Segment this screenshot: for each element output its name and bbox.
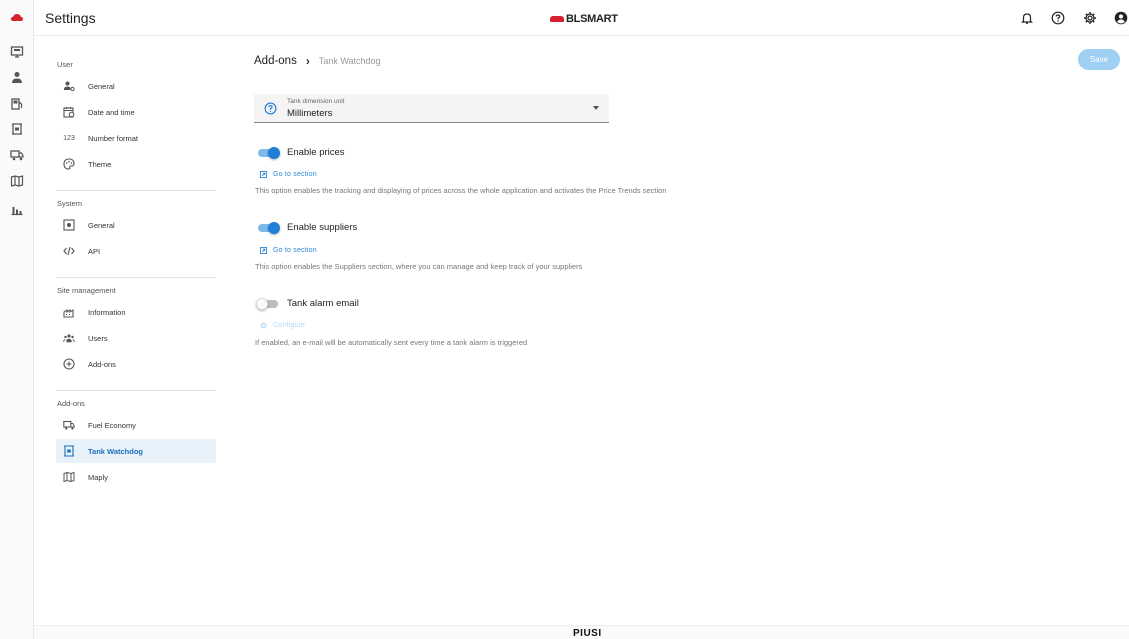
tank-alarm-email-toggle[interactable] — [256, 298, 280, 310]
nav-item-date-time[interactable]: Date and time — [56, 100, 216, 124]
select-value: Millimeters — [287, 108, 333, 119]
factory-icon — [62, 305, 76, 319]
top-bar: Settings BLSMART — [34, 0, 1129, 36]
tank-icon[interactable] — [9, 121, 25, 137]
app-rail — [0, 0, 34, 639]
nav-item-label: Information — [88, 307, 126, 317]
users-group-icon — [62, 331, 76, 345]
enable-prices-toggle[interactable] — [256, 147, 280, 159]
nav-item-label: General — [88, 220, 115, 230]
truck-icon — [62, 418, 76, 432]
nav-divider — [56, 277, 216, 278]
nav-item-label: Date and time — [88, 107, 135, 117]
open-link-icon — [260, 171, 267, 178]
nav-section-system: System — [57, 199, 83, 208]
toggle-knob — [268, 222, 280, 234]
code-icon — [62, 244, 76, 258]
page-title: Settings — [45, 10, 96, 26]
add-circle-icon — [62, 357, 76, 371]
nav-item-theme[interactable]: Theme — [56, 152, 216, 176]
footer-logo: PIUSI — [573, 628, 602, 639]
tank-alarm-email-label: Tank alarm email — [287, 298, 359, 309]
tank-alarm-description: If enabled, an e-mail will be automatica… — [255, 338, 528, 347]
nav-item-api[interactable]: API — [56, 239, 216, 263]
nav-item-number-format[interactable]: 123 Number format — [56, 126, 216, 150]
gear-icon — [260, 322, 267, 329]
nav-item-maply[interactable]: Maply — [56, 465, 216, 489]
nav-divider — [56, 390, 216, 391]
gear-icon[interactable] — [1083, 11, 1097, 25]
footer: PIUSI — [34, 625, 1129, 639]
suppliers-description: This option enables the Suppliers sectio… — [255, 262, 583, 271]
link-label: Configure — [273, 322, 306, 329]
fuel-pump-icon[interactable] — [9, 96, 25, 112]
nav-item-label: Tank Watchdog — [88, 446, 143, 456]
configure-link: Configure — [260, 322, 305, 329]
select-label: Tank dimension unit — [287, 98, 345, 105]
toggle-knob — [256, 298, 268, 310]
cloud-logo-icon[interactable] — [9, 10, 25, 26]
monitor-icon[interactable] — [9, 44, 25, 60]
help-icon[interactable] — [1051, 11, 1065, 25]
brand-mark-icon — [550, 16, 564, 22]
nav-item-label: Number format — [88, 133, 139, 143]
nav-item-label: API — [88, 246, 101, 256]
person-icon[interactable] — [9, 69, 25, 85]
nav-item-users[interactable]: Users — [56, 326, 216, 350]
nav-item-label: Theme — [88, 159, 112, 169]
enable-suppliers-label: Enable suppliers — [287, 222, 358, 233]
nav-section-addons: Add-ons — [57, 399, 85, 408]
brand-logo: BLSMART — [550, 13, 618, 25]
nav-item-user-general[interactable]: General — [56, 74, 216, 98]
tank-icon — [62, 444, 76, 458]
link-label: Go to section — [273, 171, 317, 178]
nav-item-label: Users — [88, 333, 108, 343]
link-label: Go to section — [273, 247, 317, 254]
map-icon[interactable] — [9, 173, 25, 189]
nav-item-tank-watchdog[interactable]: Tank Watchdog — [56, 439, 216, 463]
palette-icon — [62, 157, 76, 171]
map-icon — [62, 470, 76, 484]
bell-icon[interactable] — [1020, 11, 1034, 25]
nav-section-user: User — [57, 60, 73, 69]
account-icon[interactable] — [1114, 11, 1128, 25]
nav-section-site-management: Site management — [57, 286, 116, 295]
nav-item-information[interactable]: Information — [56, 300, 216, 324]
enable-prices-label: Enable prices — [287, 147, 345, 158]
nav-item-fuel-economy[interactable]: Fuel Economy — [56, 413, 216, 437]
calendar-clock-icon — [62, 105, 76, 119]
nav-item-label: General — [88, 81, 115, 91]
chart-icon[interactable] — [9, 201, 25, 217]
nav-item-label: Fuel Economy — [88, 420, 136, 430]
system-settings-icon — [62, 218, 76, 232]
nav-item-label: Maply — [88, 472, 109, 482]
chevron-right-icon: › — [305, 54, 310, 68]
help-icon — [264, 102, 277, 115]
prices-description: This option enables the tracking and dis… — [255, 186, 667, 195]
breadcrumb-current: Tank Watchdog — [318, 56, 381, 66]
suppliers-go-to-section-link[interactable]: Go to section — [260, 247, 317, 254]
brand-text: BLSMART — [566, 13, 618, 25]
save-button[interactable]: Save — [1078, 49, 1120, 70]
numbers-icon: 123 — [63, 134, 75, 142]
breadcrumb-parent[interactable]: Add-ons — [254, 55, 297, 67]
nav-divider — [56, 190, 216, 191]
nav-item-label: Add-ons — [88, 359, 116, 369]
open-link-icon — [260, 247, 267, 254]
tank-dimension-unit-select[interactable]: Tank dimension unit Millimeters — [254, 94, 609, 123]
user-settings-icon — [62, 79, 76, 93]
enable-suppliers-toggle[interactable] — [256, 222, 280, 234]
toggle-knob — [268, 147, 280, 159]
nav-item-site-addons[interactable]: Add-ons — [56, 352, 216, 376]
dropdown-arrow-icon — [593, 106, 599, 110]
truck-icon[interactable] — [9, 147, 25, 163]
prices-go-to-section-link[interactable]: Go to section — [260, 171, 317, 178]
breadcrumb: Add-ons › Tank Watchdog — [254, 54, 381, 68]
nav-item-system-general[interactable]: General — [56, 213, 216, 237]
